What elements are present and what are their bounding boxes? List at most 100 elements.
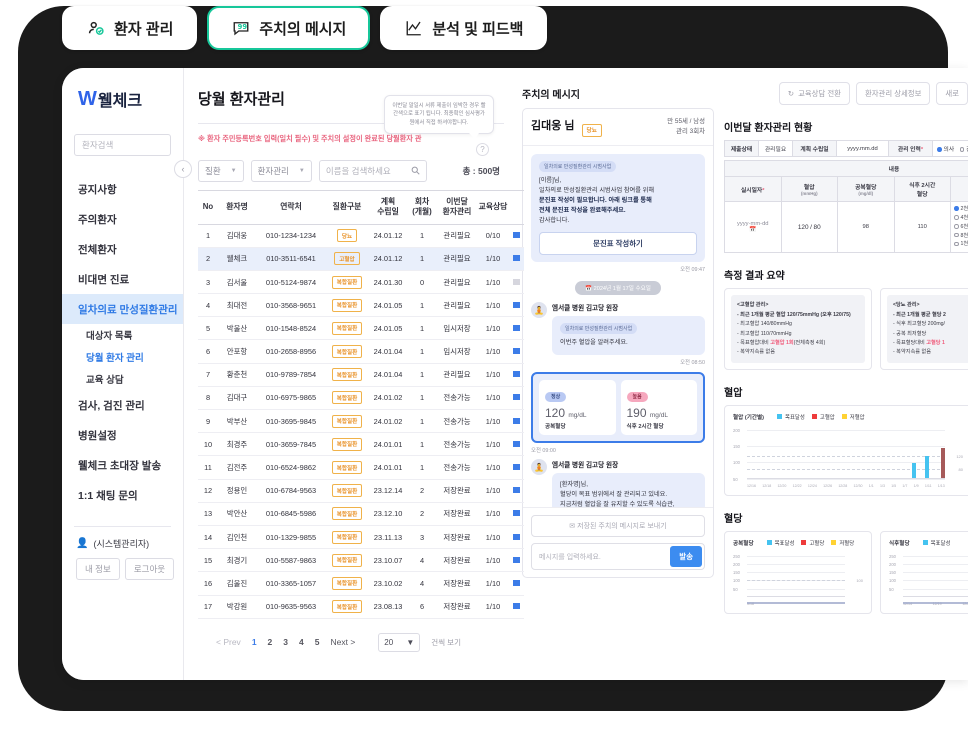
page-button-1[interactable]: 1: [252, 637, 257, 647]
table-row[interactable]: 11김전주010-6524-9862복합질환24.01.011전송가능1/10: [198, 456, 524, 479]
flag-icon[interactable]: [513, 232, 520, 238]
sidebar-subitem-monthly-patient[interactable]: 당월 환자 관리: [62, 346, 183, 368]
x-axis: [747, 596, 845, 597]
sidebar-search-input[interactable]: 환자검색: [74, 134, 171, 156]
next-page-button[interactable]: Next >: [330, 637, 355, 647]
question-mark-icon[interactable]: ?: [476, 143, 489, 156]
table-row[interactable]: 5박울산010-1548-8524복합질환24.01.051임시저장1/10: [198, 317, 524, 340]
patient-detail-button[interactable]: 환자관리 상세정보: [856, 82, 930, 105]
flag-icon[interactable]: [513, 510, 520, 516]
flag-icon[interactable]: [513, 557, 520, 563]
new-button[interactable]: 새로: [936, 82, 968, 105]
manager-option-doctor[interactable]: 의사: [937, 147, 954, 153]
page-button-5[interactable]: 5: [315, 637, 320, 647]
table-row[interactable]: 9박부산010-3695-9845복합질환24.01.021전송가능1/10: [198, 410, 524, 433]
table-row[interactable]: 8김대구010-6975-9865복합질환24.01.021전송가능1/10: [198, 386, 524, 409]
table-row[interactable]: 17박강원010-9635-9563복합질환23.08.136저장완료1/10: [198, 595, 524, 618]
flag-icon[interactable]: [513, 418, 520, 424]
page-button-2[interactable]: 2: [268, 637, 273, 647]
my-info-button[interactable]: 내 정보: [76, 558, 120, 580]
table-row[interactable]: 15최경기010-5587-9863복합질환23.10.074저장완료1/10: [198, 549, 524, 572]
table-row[interactable]: 6안포항010-2658-8956복합질환24.01.041임시저장1/10: [198, 340, 524, 363]
sidebar-item-invitation[interactable]: 웰체크 초대장 발송: [62, 450, 183, 480]
logout-button[interactable]: 로그아웃: [125, 558, 174, 580]
sidebar-item-hospital-settings[interactable]: 병원설정: [62, 420, 183, 450]
table-row[interactable]: 16김울진010-3365-1057복합질환23.10.024저장완료1/10: [198, 572, 524, 595]
sidebar-item-caution-patients[interactable]: 주의환자: [62, 204, 183, 234]
chat-message-doctor-2: 🧘 엠서클 병원 김고당 원장 [환자명]님, 혈당이 목표 범위에서 잘 관리…: [531, 459, 705, 507]
row-no: 15: [198, 549, 218, 572]
flag-icon[interactable]: [513, 534, 520, 540]
tab-doctor-message[interactable]: 99 주치의 메시지: [207, 6, 370, 50]
tab-label: 환자 관리: [114, 18, 173, 39]
table-row[interactable]: 2웰체크010-3511-6541고혈압24.01.121관리필요1/10: [198, 247, 524, 270]
table-row[interactable]: 7황춘천010-9789-7854복합질환24.01.041관리필요1/10: [198, 363, 524, 386]
table-row[interactable]: 4최대전010-3568-9651복합질환24.01.051관리필요1/10: [198, 294, 524, 317]
row-disease: 복합질환: [326, 595, 368, 618]
th-month-status: 이번달환자관리: [436, 191, 478, 224]
flag-icon[interactable]: [513, 394, 520, 400]
flag-icon[interactable]: [513, 464, 520, 470]
flag-icon[interactable]: [513, 487, 520, 493]
row-status: 전송가능: [436, 410, 478, 433]
table-row[interactable]: 3김서울010-5124-9874복합질환24.01.300관리필요1/10: [198, 270, 524, 293]
table-row[interactable]: 10최경주010-3659-7845복합질환24.01.011전송가능1/10: [198, 433, 524, 456]
x-tick-label: 12/18: [762, 484, 771, 488]
table-row[interactable]: 1김대웅010-1234-1234당뇨24.01.121관리필요0/10: [198, 224, 524, 247]
sidebar-item-notice[interactable]: 공지사항: [62, 174, 183, 204]
disease-badge: 복합질환: [332, 577, 363, 590]
table-row[interactable]: 12정용인010-6784-9563복합질환23.12.142저장완료1/10: [198, 479, 524, 502]
gridline: [903, 572, 968, 573]
step-option[interactable]: 1천보 이상: [954, 240, 968, 249]
flag-icon[interactable]: [513, 325, 520, 331]
sidebar-item-chat-inquiry[interactable]: 1:1 채팅 문의: [62, 480, 183, 510]
tab-analysis-feedback[interactable]: 분석 및 피드백: [380, 6, 547, 50]
sidebar-item-telemedicine[interactable]: 비대면 진료: [62, 264, 183, 294]
per-page-select[interactable]: 20 ▼: [378, 633, 420, 652]
education-switch-button[interactable]: ↻ 교육상담 전환: [779, 82, 850, 105]
flag-icon[interactable]: [513, 441, 520, 447]
cell-bp[interactable]: 120 / 80: [781, 202, 838, 253]
message-input[interactable]: 메시지를 입력하세요.: [539, 552, 670, 562]
message-input-row[interactable]: 메시지를 입력하세요. 발송: [531, 543, 705, 570]
send-saved-message-button[interactable]: ✉ 저장된 주치의 메시지로 보내기: [531, 515, 705, 537]
table-row[interactable]: 13박안산010-6845-5986복합질환23.12.102저장완료1/10: [198, 502, 524, 525]
sidebar-item-label: 전체환자: [78, 242, 117, 257]
chevron-left-icon[interactable]: ‹: [174, 160, 192, 178]
sidebar-subitem-target-list[interactable]: 대상자 목록: [62, 324, 183, 346]
disease-filter-select[interactable]: 질환 ▼: [198, 160, 244, 182]
sidebar-item-label: 검사, 검진 관리: [78, 398, 145, 413]
step-option[interactable]: 6천보 이상~8천보 미만: [954, 223, 968, 232]
cell-date[interactable]: yyyy-mm-dd 📅: [725, 202, 782, 253]
cell-post-meal[interactable]: 110: [894, 202, 951, 253]
page-button-3[interactable]: 3: [283, 637, 288, 647]
prev-page-button[interactable]: < Prev: [216, 637, 241, 647]
flag-icon[interactable]: [513, 255, 520, 261]
flag-icon[interactable]: [513, 580, 520, 586]
flag-icon[interactable]: [513, 348, 520, 354]
manager-options[interactable]: 의사 간호사 영양: [933, 141, 968, 157]
cell-steps[interactable]: 2천보 이상~4천보 미만 4천보 이상~6천보 미만 6천보 이상~8천보 미…: [951, 202, 968, 253]
row-education: 1/10: [478, 525, 508, 548]
sidebar-subitem-education[interactable]: 교육 상담: [62, 368, 183, 390]
manage-filter-select[interactable]: 환자관리 ▼: [251, 160, 312, 182]
name-search-input[interactable]: 이름을 검색하세요: [319, 160, 427, 182]
x-tick-label: 1/7: [902, 484, 907, 488]
flag-icon[interactable]: [513, 603, 520, 609]
table-row[interactable]: 14김인천010-1329-9855복합질환23.11.133저장완료1/10: [198, 525, 524, 548]
sidebar-item-chronic-care[interactable]: 일차의료 만성질환관리: [62, 294, 183, 324]
step-option[interactable]: 2천보 이상~4천보 미만: [954, 205, 968, 214]
questionnaire-link-button[interactable]: 문진표 작성하기: [539, 232, 697, 256]
sidebar-item-exam-management[interactable]: 검사, 검진 관리: [62, 390, 183, 420]
manager-option-nurse[interactable]: 간호사: [960, 147, 968, 153]
step-option[interactable]: 4천보 이상~6천보 미만: [954, 214, 968, 223]
cell-fasting[interactable]: 98: [838, 202, 895, 253]
sidebar-item-all-patients[interactable]: 전체환자: [62, 234, 183, 264]
flag-icon[interactable]: [513, 302, 520, 308]
flag-icon[interactable]: [513, 279, 520, 285]
tab-patient-management[interactable]: 환자 관리: [62, 6, 197, 50]
page-button-4[interactable]: 4: [299, 637, 304, 647]
step-option[interactable]: 8천보 이상~1만보 미만: [954, 232, 968, 241]
flag-icon[interactable]: [513, 371, 520, 377]
send-button[interactable]: 발송: [670, 546, 702, 567]
